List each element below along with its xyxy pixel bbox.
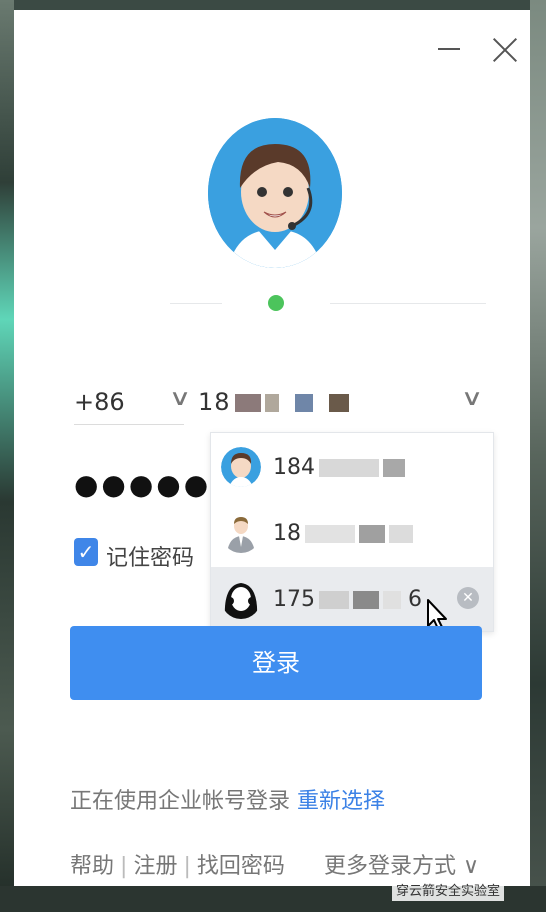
country-code[interactable]: +86	[74, 388, 125, 416]
reselect-link[interactable]: 重新选择	[297, 789, 385, 814]
online-status-indicator[interactable]	[268, 295, 284, 311]
businessman-avatar-icon	[221, 513, 261, 553]
phone-row: +86 ∨ 18 ∨	[74, 378, 494, 425]
chevron-down-icon[interactable]: ∨	[169, 386, 192, 411]
desktop-background-right	[530, 0, 546, 912]
country-code-underline	[74, 424, 184, 425]
remove-account-icon[interactable]: ✕	[457, 587, 479, 609]
account-item[interactable]: 184	[211, 435, 493, 499]
more-login-methods[interactable]: 更多登录方式 ∨	[324, 848, 479, 880]
recover-password-link[interactable]: 找回密码	[197, 854, 285, 879]
enterprise-login-notice: 正在使用企业帐号登录 重新选择	[70, 783, 385, 815]
separator: |	[183, 854, 191, 879]
female-headset-avatar-icon	[221, 579, 261, 619]
account-item-selected[interactable]: 175 6 ✕	[211, 567, 493, 631]
account-item[interactable]: 18	[211, 501, 493, 565]
male-headset-avatar-icon	[221, 447, 261, 487]
separator: |	[120, 854, 128, 879]
remember-label: 记住密码	[106, 546, 195, 571]
register-link[interactable]: 注册	[133, 854, 177, 879]
phone-input[interactable]: 18	[198, 388, 349, 416]
close-icon[interactable]	[492, 34, 518, 64]
footer-links: 帮助 | 注册 | 找回密码 更多登录方式 ∨	[70, 848, 482, 880]
user-avatar[interactable]	[208, 118, 342, 268]
desktop-background-left	[0, 0, 14, 912]
account-number: 184	[273, 455, 405, 480]
watermark: 穿云箭安全实验室	[392, 878, 505, 901]
phone-prefix: 18	[198, 388, 231, 416]
account-number: 175 6	[273, 587, 422, 612]
minimize-icon[interactable]	[438, 48, 460, 50]
help-link[interactable]: 帮助	[70, 854, 114, 879]
login-button[interactable]: 登录	[70, 626, 482, 700]
enterprise-text: 正在使用企业帐号登录	[70, 789, 291, 814]
remember-checkbox[interactable]: ✓	[74, 538, 98, 566]
account-dropdown-chevron-icon[interactable]: ∨	[461, 386, 484, 411]
divider-right	[330, 303, 486, 304]
account-dropdown: 184 18 175 6 ✕	[210, 432, 494, 632]
login-window: +86 ∨ 18 ∨ ●●●●●●●●● ✓ 记住密码 184 18 175 6…	[14, 10, 530, 886]
account-number: 18	[273, 521, 413, 546]
divider-left	[170, 303, 222, 304]
